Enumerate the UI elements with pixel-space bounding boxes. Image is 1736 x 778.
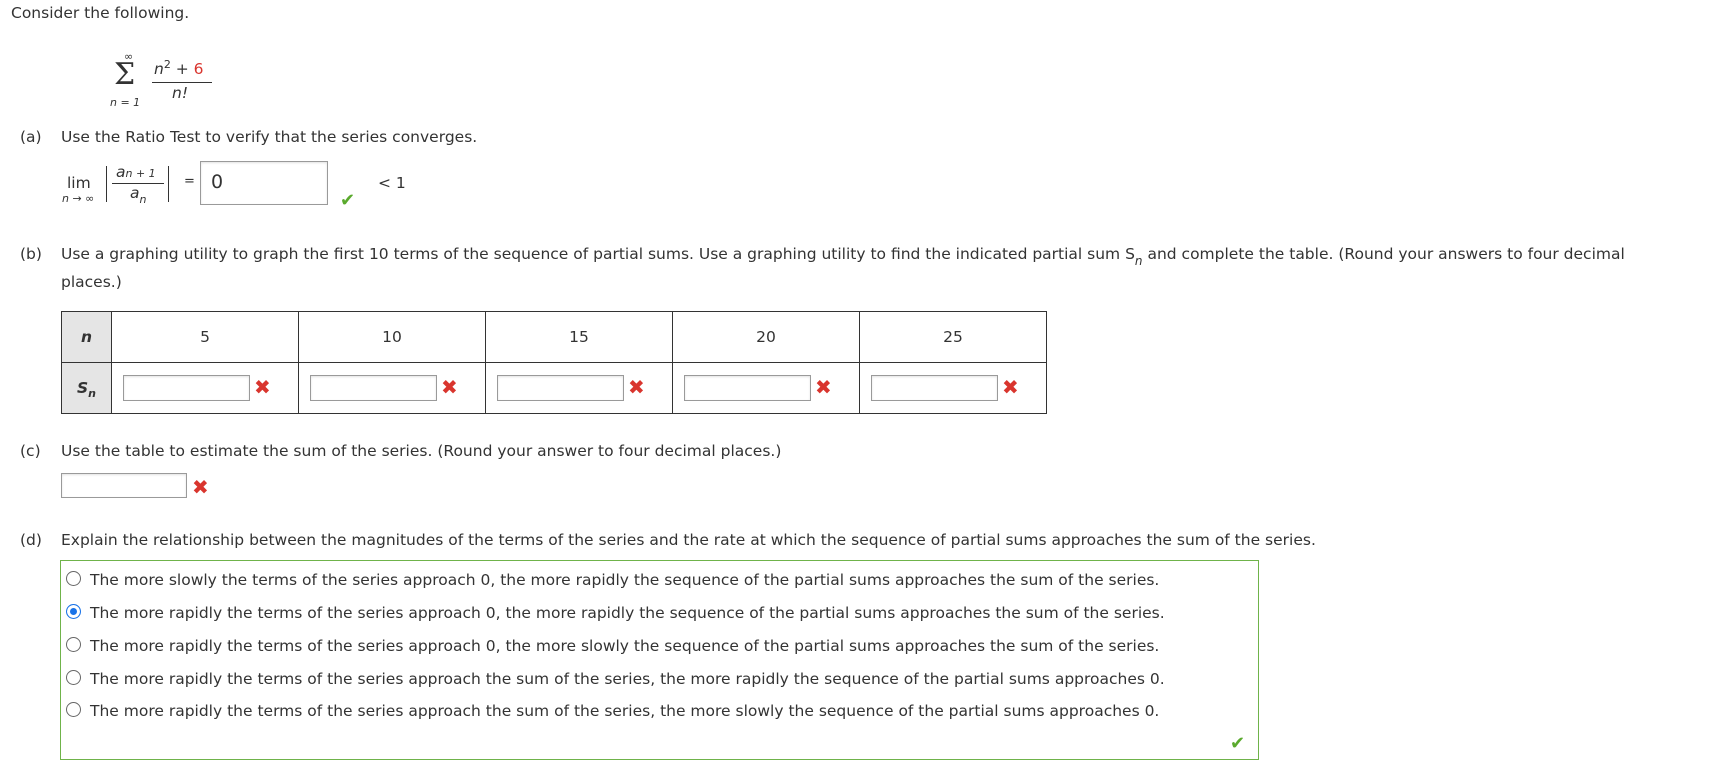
sn-input-20[interactable] [684, 375, 811, 401]
incorrect-x-icon: ✖ [254, 375, 271, 399]
sigma-symbol: Σ [114, 57, 136, 92]
num-constant: 6 [193, 60, 204, 79]
table-header-sn: Sn [61, 362, 112, 414]
series-denominator: n! [172, 84, 189, 102]
correct-check-icon: ✔ [1230, 733, 1246, 754]
equals-sign: = [184, 174, 195, 189]
table-col-15: 15 [485, 311, 673, 363]
option-1[interactable]: The more slowly the terms of the series … [66, 569, 1159, 591]
part-d-label: (d) [20, 531, 42, 549]
part-c-prompt: Use the table to estimate the sum of the… [61, 442, 782, 460]
part-a-prompt: Use the Ratio Test to verify that the se… [61, 128, 478, 146]
sn-cell-5: ✖ [111, 362, 299, 414]
table-row-n: n 5 10 15 20 25 [61, 311, 1047, 363]
num-plus: + [170, 60, 194, 79]
table-row-sn: Sn ✖ ✖ ✖ ✖ ✖ [61, 362, 1047, 414]
sum-estimate-input[interactable] [61, 473, 187, 498]
incorrect-x-icon: ✖ [441, 375, 458, 399]
sn-cell-15: ✖ [485, 362, 673, 414]
part-c-label: (c) [20, 442, 41, 460]
less-than-one: < 1 [378, 174, 406, 192]
ratio-numerator: an + 1 [116, 163, 156, 181]
part-b-prompt-line1: Use a graphing utility to graph the firs… [61, 245, 1625, 268]
radio-unselected-icon[interactable] [66, 702, 81, 717]
sn-input-15[interactable] [497, 375, 624, 401]
ratio-limit-value: 0 [211, 171, 224, 193]
radio-unselected-icon[interactable] [66, 637, 81, 652]
sn-cell-25: ✖ [859, 362, 1047, 414]
num-exponent: 2 [163, 58, 171, 71]
sn-input-25[interactable] [871, 375, 998, 401]
sn-input-5[interactable] [123, 375, 250, 401]
correct-check-icon: ✔ [340, 190, 356, 211]
part-b-label: (b) [20, 245, 42, 263]
incorrect-x-icon: ✖ [628, 375, 645, 399]
num-base: n [154, 60, 164, 79]
incorrect-x-icon: ✖ [815, 375, 832, 399]
series-numerator: n2 + 6 [154, 58, 204, 78]
sn-input-10[interactable] [310, 375, 437, 401]
ratio-denominator: an [130, 184, 147, 206]
lim-label: lim [67, 174, 91, 192]
radio-selected-icon[interactable] [66, 604, 81, 619]
part-a-label: (a) [20, 128, 42, 146]
sn-cell-10: ✖ [298, 362, 486, 414]
series-lower-limit: n = 1 [110, 96, 141, 109]
table-header-n: n [61, 311, 112, 363]
series-fraction-bar [152, 82, 212, 83]
table-col-25: 25 [859, 311, 1047, 363]
radio-unselected-icon[interactable] [66, 670, 81, 685]
abs-bar-right [168, 166, 169, 202]
table-col-20: 20 [672, 311, 860, 363]
incorrect-x-icon: ✖ [1002, 375, 1019, 399]
sn-cell-20: ✖ [672, 362, 860, 414]
lim-subscript: n → ∞ [62, 192, 95, 205]
option-5[interactable]: The more rapidly the terms of the series… [66, 700, 1159, 722]
partial-sums-table: n 5 10 15 20 25 Sn ✖ ✖ ✖ ✖ ✖ [61, 311, 1047, 414]
option-2[interactable]: The more rapidly the terms of the series… [66, 602, 1165, 624]
option-3[interactable]: The more rapidly the terms of the series… [66, 635, 1159, 657]
option-4[interactable]: The more rapidly the terms of the series… [66, 668, 1165, 690]
radio-unselected-icon[interactable] [66, 571, 81, 586]
table-col-10: 10 [298, 311, 486, 363]
incorrect-x-icon: ✖ [192, 475, 209, 499]
part-b-prompt-line2: places.) [61, 273, 122, 291]
part-d-prompt: Explain the relationship between the mag… [61, 531, 1316, 549]
table-col-5: 5 [111, 311, 299, 363]
abs-bar-left [106, 166, 107, 202]
ratio-limit-input[interactable]: 0 [200, 161, 328, 205]
intro-text: Consider the following. [11, 4, 190, 22]
